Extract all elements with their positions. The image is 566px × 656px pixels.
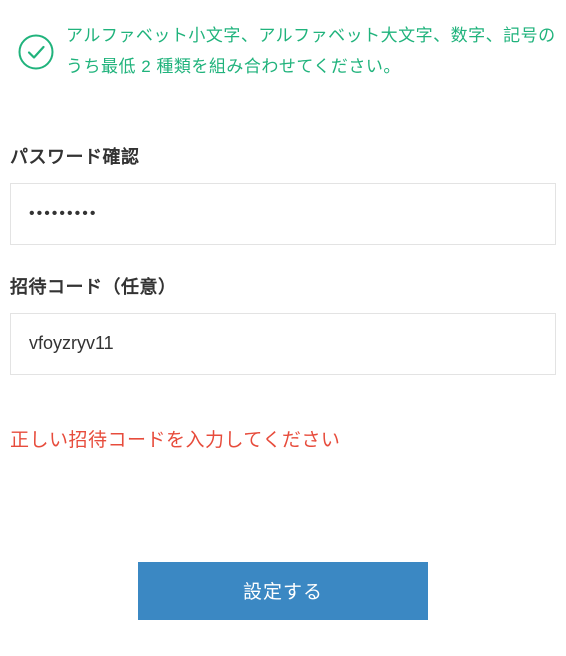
check-circle-icon bbox=[18, 34, 54, 70]
password-confirm-label: パスワード確認 bbox=[10, 143, 556, 169]
submit-button[interactable]: 設定する bbox=[138, 562, 428, 620]
invite-code-label: 招待コード（任意） bbox=[10, 273, 556, 299]
password-confirm-input[interactable] bbox=[10, 183, 556, 245]
invite-code-input[interactable] bbox=[10, 313, 556, 375]
error-message: 正しい招待コードを入力してください bbox=[10, 425, 556, 452]
password-validation-hint: アルファベット小文字、アルファベット大文字、数字、記号のうち最低 2 種類を組み… bbox=[10, 10, 556, 93]
validation-message: アルファベット小文字、アルファベット大文字、数字、記号のうち最低 2 種類を組み… bbox=[66, 20, 556, 83]
invite-code-group: 招待コード（任意） bbox=[10, 273, 556, 375]
submit-row: 設定する bbox=[10, 562, 556, 620]
password-confirm-group: パスワード確認 bbox=[10, 143, 556, 245]
